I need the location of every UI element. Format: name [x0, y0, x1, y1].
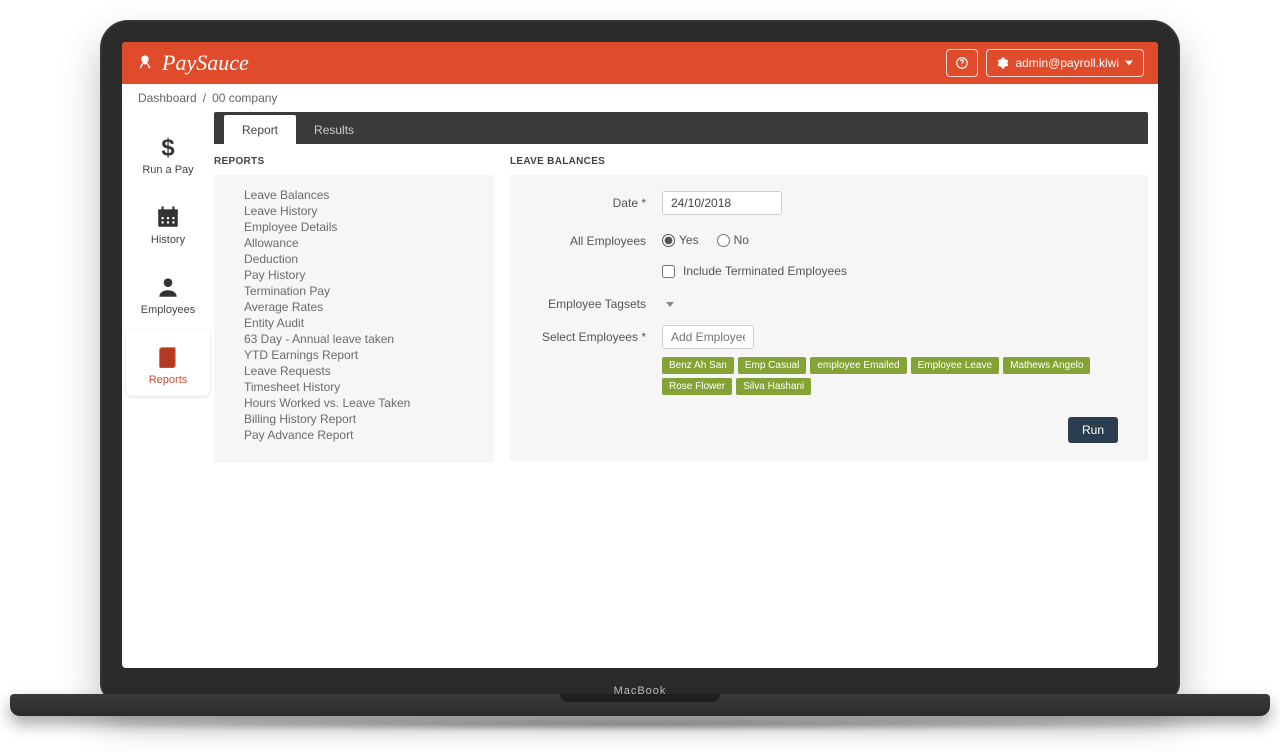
radio-no[interactable]: No [717, 233, 749, 247]
user-menu-button[interactable]: admin@payroll.kiwi [986, 49, 1144, 77]
all-employees-label: All Employees [522, 229, 662, 248]
calendar-icon [155, 204, 181, 230]
report-list-item[interactable]: Leave History [244, 203, 470, 219]
row-date: Date * [522, 191, 1130, 215]
form-panel: LEAVE BALANCES Date * All Employees [510, 150, 1148, 668]
sidebar-item-label: Employees [141, 304, 195, 316]
main: Report Results REPORTS Leave BalancesLea… [214, 112, 1158, 668]
breadcrumb-current: 00 company [212, 91, 277, 105]
person-icon [155, 274, 181, 300]
employee-tag[interactable]: Silva Hashani [736, 378, 811, 395]
report-list: Leave BalancesLeave HistoryEmployee Deta… [244, 187, 470, 443]
radio-no-label: No [734, 233, 749, 247]
radio-yes-label: Yes [679, 233, 699, 247]
report-list-item[interactable]: Pay History [244, 267, 470, 283]
sidebar-item-label: History [151, 234, 185, 246]
help-button[interactable] [946, 49, 978, 77]
caret-down-icon [1125, 60, 1133, 66]
svg-text:$: $ [161, 135, 174, 160]
reports-card: Leave BalancesLeave HistoryEmployee Deta… [214, 175, 494, 463]
help-icon [955, 56, 969, 70]
employee-tag[interactable]: Benz Ah San [662, 357, 734, 374]
user-label: admin@payroll.kiwi [1015, 56, 1119, 70]
employee-tag[interactable]: Employee Leave [911, 357, 1000, 374]
sidebar-item-run-a-pay[interactable]: $ Run a Pay [126, 120, 210, 186]
tab-report[interactable]: Report [224, 115, 296, 144]
employee-tag[interactable]: Mathews Angelo [1003, 357, 1090, 374]
tagsets-dropdown[interactable] [666, 302, 674, 307]
employee-tag[interactable]: Rose Flower [662, 378, 732, 395]
report-list-item[interactable]: Employee Details [244, 219, 470, 235]
run-row: Run [522, 417, 1130, 443]
date-input[interactable] [662, 191, 782, 215]
report-list-item[interactable]: Timesheet History [244, 379, 470, 395]
report-icon [155, 344, 181, 370]
form-title: LEAVE BALANCES [510, 150, 1148, 175]
report-list-item[interactable]: Leave Balances [244, 187, 470, 203]
panels: REPORTS Leave BalancesLeave HistoryEmplo… [214, 144, 1148, 668]
sidebar-item-label: Reports [149, 374, 188, 386]
radio-yes-input[interactable] [662, 234, 675, 247]
logo-icon [136, 54, 154, 72]
sidebar-item-reports[interactable]: Reports [126, 330, 210, 396]
reports-title: REPORTS [214, 150, 494, 175]
report-list-item[interactable]: Leave Requests [244, 363, 470, 379]
report-list-item[interactable]: Entity Audit [244, 315, 470, 331]
dollar-icon: $ [155, 134, 181, 160]
radio-no-input[interactable] [717, 234, 730, 247]
breadcrumb-root[interactable]: Dashboard [138, 91, 197, 105]
sidebar-item-label: Run a Pay [142, 164, 193, 176]
sidebar: $ Run a Pay History Employe [122, 112, 214, 668]
top-actions: admin@payroll.kiwi [946, 49, 1144, 77]
radio-yes[interactable]: Yes [662, 233, 699, 247]
tabbar: Report Results [214, 112, 1148, 144]
gear-icon [997, 57, 1009, 69]
report-list-item[interactable]: YTD Earnings Report [244, 347, 470, 363]
topbar: PaySauce admin@payroll.kiwi [122, 42, 1158, 84]
report-list-item[interactable]: Average Rates [244, 299, 470, 315]
row-select-employees: Select Employees * Benz Ah SanEmp Casual… [522, 325, 1130, 395]
form-body: Date * All Employees Ye [510, 175, 1148, 461]
content: $ Run a Pay History Employe [122, 112, 1158, 668]
employee-tag[interactable]: employee Emailed [810, 357, 906, 374]
tab-results[interactable]: Results [296, 115, 372, 144]
breadcrumb: Dashboard / 00 company [122, 84, 1158, 112]
row-all-employees: All Employees Yes No [522, 229, 1130, 248]
device-frame: PaySauce admin@payroll.kiwi Da [100, 20, 1180, 700]
employee-tags: Benz Ah SanEmp Casualemployee Emailed Emp… [662, 357, 1130, 395]
include-terminated-checkbox[interactable] [662, 265, 675, 278]
include-terminated[interactable]: Include Terminated Employees [662, 262, 1130, 278]
report-list-item[interactable]: Allowance [244, 235, 470, 251]
report-list-item[interactable]: Hours Worked vs. Leave Taken [244, 395, 470, 411]
add-employees-input[interactable] [662, 325, 754, 349]
brand-logo[interactable]: PaySauce [136, 50, 249, 76]
report-list-item[interactable]: Termination Pay [244, 283, 470, 299]
report-list-item[interactable]: Deduction [244, 251, 470, 267]
employee-tag[interactable]: Emp Casual [738, 357, 806, 374]
run-button[interactable]: Run [1068, 417, 1118, 443]
tagsets-label: Employee Tagsets [522, 292, 662, 311]
screen: PaySauce admin@payroll.kiwi Da [122, 42, 1158, 668]
include-terminated-label: Include Terminated Employees [683, 264, 847, 278]
brand-name: PaySauce [162, 50, 249, 76]
sidebar-item-employees[interactable]: Employees [126, 260, 210, 326]
report-list-item[interactable]: 63 Day - Annual leave taken [244, 331, 470, 347]
device-hinge [10, 694, 1270, 736]
reports-panel: REPORTS Leave BalancesLeave HistoryEmplo… [214, 150, 494, 668]
select-employees-label: Select Employees * [522, 325, 662, 344]
report-list-item[interactable]: Pay Advance Report [244, 427, 470, 443]
breadcrumb-sep: / [203, 91, 206, 105]
row-tagsets: Employee Tagsets [522, 292, 1130, 311]
date-label: Date * [522, 191, 662, 210]
sidebar-item-history[interactable]: History [126, 190, 210, 256]
row-include-terminated: Include Terminated Employees [522, 262, 1130, 278]
report-list-item[interactable]: Billing History Report [244, 411, 470, 427]
